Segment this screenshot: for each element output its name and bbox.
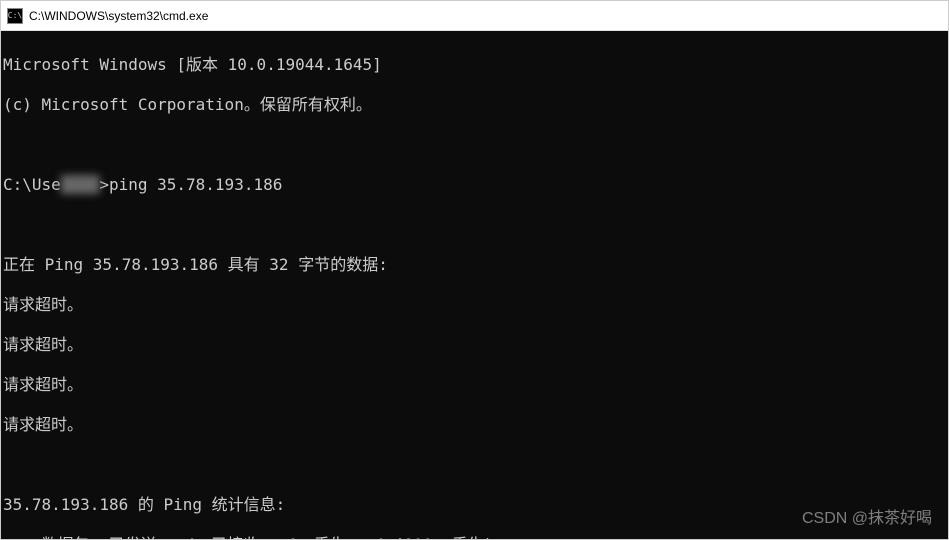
prompt-line-1: C:\Use████>ping 35.78.193.186 (3, 175, 946, 195)
prompt1-command: >ping 35.78.193.186 (99, 175, 282, 194)
blank-line (3, 455, 946, 475)
copyright-line: (c) Microsoft Corporation。保留所有权利。 (3, 95, 946, 115)
window-title: C:\WINDOWS\system32\cmd.exe (29, 9, 208, 23)
version-line: Microsoft Windows [版本 10.0.19044.1645] (3, 55, 946, 75)
ping-header: 正在 Ping 35.78.193.186 具有 32 字节的数据: (3, 255, 946, 275)
timeout-line: 请求超时。 (3, 295, 946, 315)
cmd-icon-label: C:\ (8, 12, 22, 20)
titlebar[interactable]: C:\ C:\WINDOWS\system32\cmd.exe (1, 1, 948, 31)
cmd-icon: C:\ (7, 8, 23, 24)
timeout-line: 请求超时。 (3, 415, 946, 435)
terminal-output[interactable]: Microsoft Windows [版本 10.0.19044.1645] (… (1, 31, 948, 539)
blank-line (3, 135, 946, 155)
cmd-window: C:\ C:\WINDOWS\system32\cmd.exe Microsof… (0, 0, 949, 540)
stats-header: 35.78.193.186 的 Ping 统计信息: (3, 495, 946, 515)
blank-line (3, 215, 946, 235)
stats-detail: 数据包: 已发送 = 4，已接收 = 0，丢失 = 4 (100% 丢失)， (3, 535, 946, 539)
timeout-line: 请求超时。 (3, 335, 946, 355)
prompt1-prefix: C:\Use (3, 175, 61, 194)
redacted-username-1: ████ (61, 175, 100, 195)
timeout-line: 请求超时。 (3, 375, 946, 395)
